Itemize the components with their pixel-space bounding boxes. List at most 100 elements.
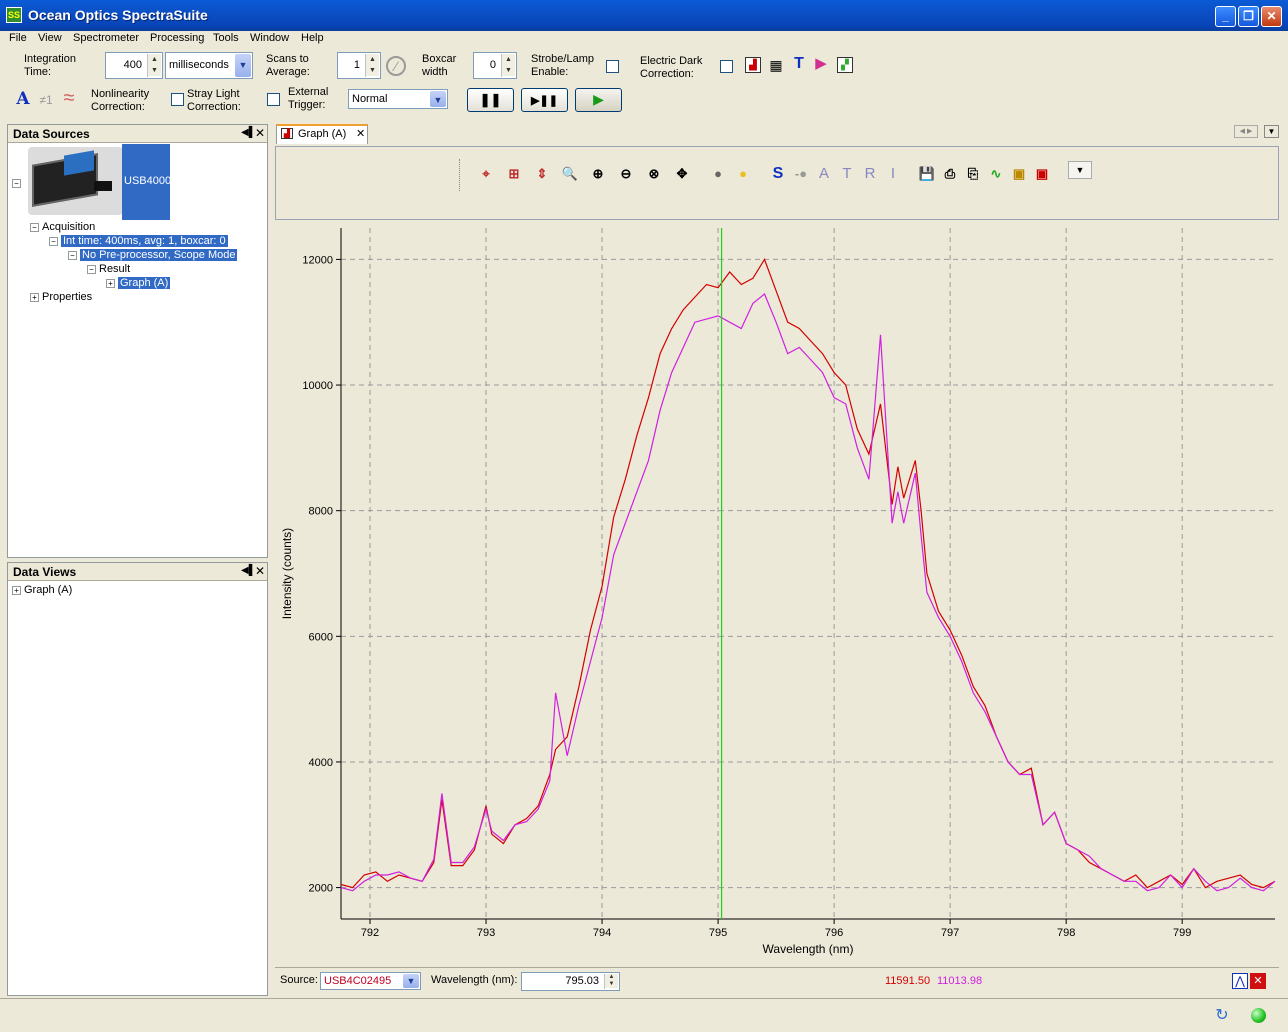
graph-view-icon[interactable]: ▟ (745, 57, 761, 73)
tree-int-time[interactable]: − Int time: 400ms, avg: 1, boxcar: 0 (49, 235, 228, 247)
menu-processing[interactable]: Processing (150, 32, 204, 44)
zoom-fit-icon[interactable]: ⊗ (645, 165, 663, 183)
copy-icon[interactable]: ⎘ (964, 165, 982, 183)
crosshair-icon[interactable]: ⌖ (477, 165, 495, 183)
scans-to-average-spinner[interactable]: 1 ▲ ▼ (337, 52, 381, 79)
refresh-icon[interactable]: ↻ (1213, 1007, 1231, 1025)
play-button[interactable]: ▶ (575, 88, 622, 112)
reference-icon[interactable]: -● (792, 165, 810, 183)
source-select[interactable]: USB4C02495 ▼ (320, 972, 421, 990)
absorbance-icon[interactable]: A (15, 91, 31, 108)
plot-area[interactable]: 792 793 794 795 796 797 798 799 2000 4000 6000 8000… (275, 222, 1279, 966)
menu-bar: File View Spectrometer Processing Tools … (0, 31, 1288, 48)
expand-icon: + (106, 278, 115, 288)
x-axis-label: Wavelength (nm) (763, 942, 854, 956)
spectrum-chart[interactable]: 792 793 794 795 796 797 798 799 2000 4000 6000 8000… (275, 222, 1279, 966)
spin-down-icon[interactable]: ▼ (366, 65, 379, 76)
maximize-button[interactable]: ❐ (1238, 6, 1259, 27)
absorbance-mode-icon[interactable]: A (815, 165, 833, 183)
zoom-vertical-icon[interactable]: ⇕ (533, 165, 551, 183)
menu-view[interactable]: View (38, 32, 62, 44)
stray-light-checkbox[interactable] (267, 93, 280, 106)
zoom-reset-icon[interactable]: 🔍 (561, 165, 579, 183)
title-bar: SS Ocean Optics SpectraSuite _ ❐ ✕ (0, 0, 1288, 31)
menu-tools[interactable]: Tools (213, 32, 239, 44)
bulb-on-icon[interactable]: ● (734, 165, 752, 183)
boxcar-width-spinner[interactable]: 0 ▲ ▼ (473, 52, 517, 79)
pin-icon[interactable]: ◀▌ (241, 127, 256, 138)
tab-scroll-icon[interactable]: ◀ ▶ (1234, 125, 1258, 138)
tree-result[interactable]: − Result (87, 263, 130, 275)
bulb-off-icon[interactable]: ● (709, 165, 727, 183)
menu-help[interactable]: Help (301, 32, 324, 44)
save-icon[interactable]: 💾 (918, 165, 936, 183)
spectrum-fit-icon[interactable]: ∿ (987, 165, 1005, 183)
tree-properties[interactable]: + Properties (30, 291, 92, 303)
clear-icon[interactable]: ✕ (1250, 973, 1266, 989)
irradiance-mode-icon[interactable]: I (884, 165, 902, 183)
transmission-mode-icon[interactable]: T (838, 165, 856, 183)
overlay-delete-icon[interactable]: ▣ (1033, 165, 1051, 183)
strobe-lamp-checkbox[interactable] (606, 60, 619, 73)
menu-window[interactable]: Window (250, 32, 289, 44)
print-icon[interactable]: ⎙ (941, 165, 959, 183)
scope-mode-icon[interactable]: S (769, 165, 787, 183)
external-trigger-select[interactable]: Normal ▼ (348, 89, 448, 109)
chart-status-bar: Source: USB4C02495 ▼ Wavelength (nm): 79… (275, 967, 1279, 993)
tab-menu-icon[interactable]: ▼ (1264, 125, 1279, 138)
spin-up-icon[interactable]: ▲ (148, 54, 161, 65)
reflection-mode-icon[interactable]: R (861, 165, 879, 183)
x-tick-label: 792 (361, 927, 379, 939)
chart-toolbar-menu-icon[interactable]: ▼ (1068, 161, 1092, 179)
tree-acquisition[interactable]: − Acquisition (30, 221, 95, 233)
menu-file[interactable]: File (9, 32, 27, 44)
close-button[interactable]: ✕ (1261, 6, 1282, 27)
tab-close-icon[interactable]: ✕ (356, 127, 365, 140)
not-equal-icon[interactable]: ≠1 (36, 92, 56, 108)
pause-button[interactable]: ❚❚ (467, 88, 514, 112)
pan-icon[interactable]: ✥ (673, 165, 691, 183)
device-toggle[interactable]: − (12, 177, 24, 189)
wavelength-input[interactable]: 795.03 ▲ ▼ (521, 972, 620, 991)
nonlinearity-checkbox[interactable] (171, 93, 184, 106)
wavelength-label: Wavelength (nm): (431, 974, 518, 986)
zoom-in-icon[interactable]: ⊕ (589, 165, 607, 183)
minimize-button[interactable]: _ (1215, 6, 1236, 27)
color-view-icon[interactable]: ▶ (813, 56, 829, 72)
scans-to-average-value: 1 (353, 59, 360, 71)
spin-up-icon[interactable]: ▲ (502, 54, 515, 65)
overlay-view-icon[interactable]: ▞ (837, 57, 853, 73)
overlay-load-icon[interactable]: ▣ (1010, 165, 1028, 183)
collapse-icon: − (87, 264, 96, 274)
wave-icon[interactable]: ≈ (59, 88, 79, 108)
spin-up-icon[interactable]: ▲ (366, 54, 379, 65)
pin-icon[interactable]: ◀▌ (241, 565, 256, 576)
menu-spectrometer[interactable]: Spectrometer (73, 32, 139, 44)
integration-unit-select[interactable]: milliseconds ▼ (165, 52, 253, 79)
y-tick-label: 2000 (309, 883, 333, 895)
spin-down-icon[interactable]: ▼ (148, 65, 161, 76)
integration-time-spinner[interactable]: 400 ▲ ▼ (105, 52, 163, 79)
spin-down-icon[interactable]: ▼ (605, 981, 618, 988)
expand-icon: + (30, 292, 39, 302)
tree-preprocessor[interactable]: − No Pre-processor, Scope Mode (68, 249, 238, 261)
spin-down-icon[interactable]: ▼ (502, 65, 515, 76)
electric-dark-checkbox[interactable] (720, 60, 733, 73)
tree-data-view-graph[interactable]: + Graph (A) (12, 584, 72, 596)
zoom-box-icon[interactable]: ⊞ (505, 165, 523, 183)
device-item[interactable]: USB4000 (122, 144, 171, 220)
tree-graph[interactable]: + Graph (A) (106, 277, 171, 289)
close-icon[interactable]: ✕ (255, 564, 265, 578)
zoom-out-icon[interactable]: ⊖ (617, 165, 635, 183)
integration-time-label: Integration Time: (24, 53, 76, 78)
peak-icon[interactable]: ⋀ (1232, 973, 1248, 989)
step-button[interactable]: ▶❚❚ (521, 88, 568, 112)
spin-up-icon[interactable]: ▲ (605, 974, 618, 981)
table-view-icon[interactable]: ▦ (768, 57, 784, 73)
scans-to-average-label: Scans to Average: (266, 53, 310, 78)
disable-icon[interactable]: ⁄ (386, 56, 406, 76)
tab-graph-a[interactable]: ▟ Graph (A) ✕ (276, 124, 368, 144)
close-icon[interactable]: ✕ (255, 126, 265, 140)
external-trigger-label: External Trigger: (288, 86, 329, 111)
text-view-icon[interactable]: T (791, 56, 807, 72)
